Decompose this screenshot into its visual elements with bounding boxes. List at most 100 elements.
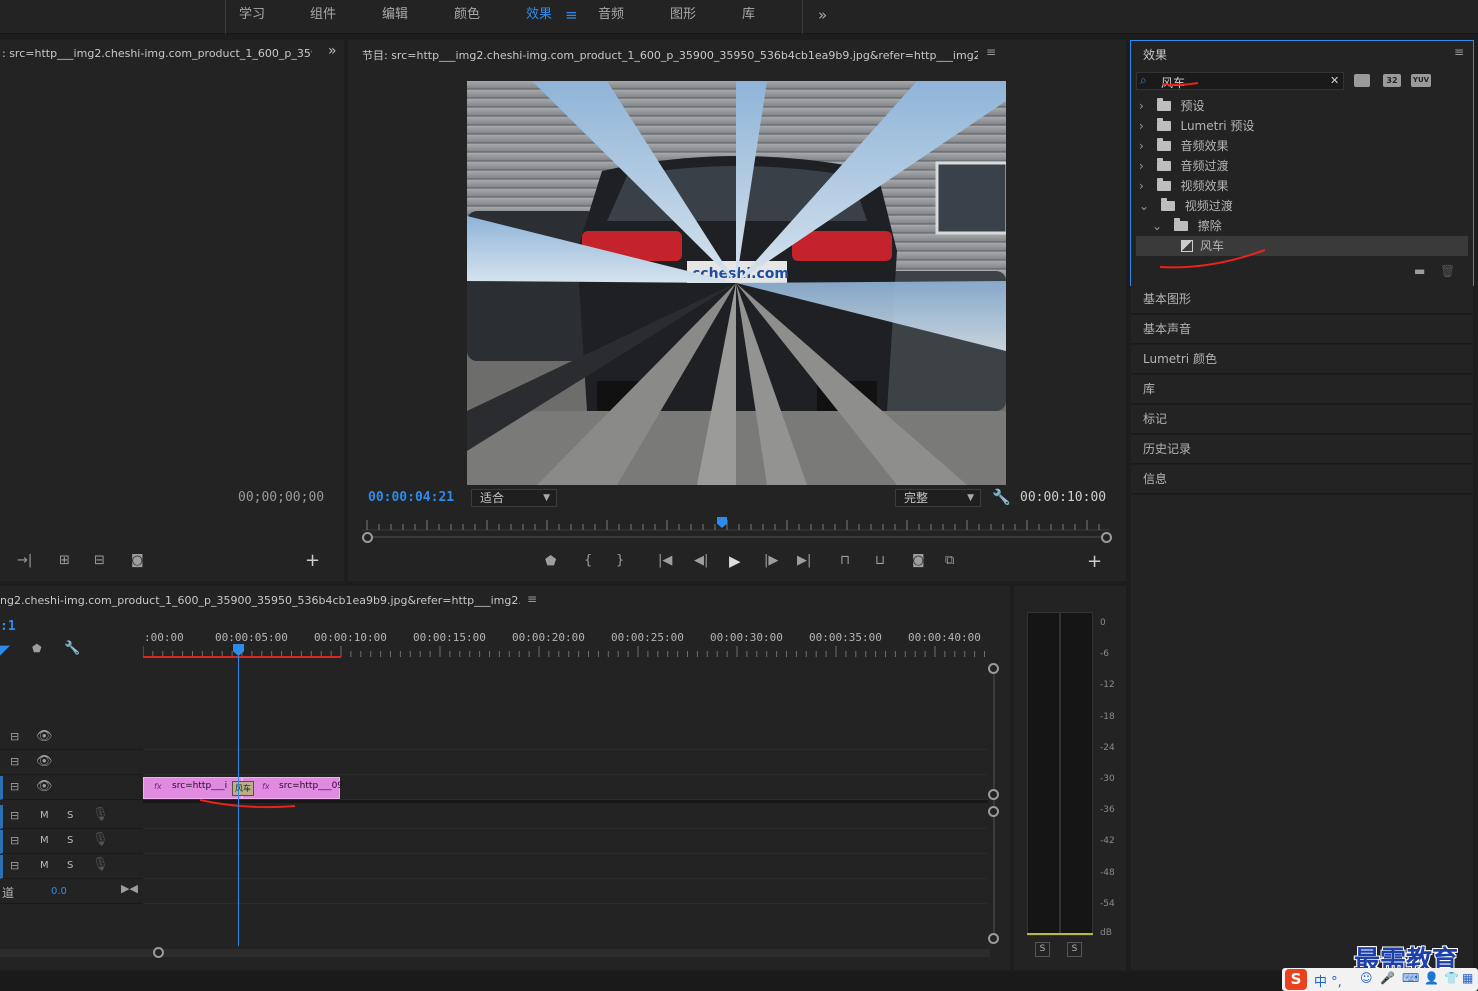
effects-panel-title[interactable]: 效果 — [1143, 46, 1167, 63]
solo-button[interactable]: S — [67, 835, 73, 846]
add-marker-icon[interactable]: ⬟ — [545, 554, 556, 569]
panel-lumetri-color[interactable]: Lumetri 颜色 — [1131, 345, 1473, 374]
playback-quality-select[interactable]: 完整 ▼ — [895, 489, 981, 507]
eye-icon[interactable]: 👁 — [36, 754, 53, 769]
track-header-v3[interactable]: ⊟ 👁 — [0, 726, 143, 750]
scroll-handle[interactable] — [988, 806, 999, 817]
toggle-sync-lock-icon[interactable]: ⊟ — [10, 809, 19, 822]
lift-icon[interactable]: ⊓ — [840, 553, 850, 568]
workspace-tab-graphics[interactable]: 图形 — [670, 0, 696, 32]
insert-icon[interactable]: →| — [17, 553, 32, 568]
workspace-tab-color[interactable]: 颜色 — [454, 0, 480, 32]
program-time-ruler[interactable] — [362, 518, 1112, 532]
effects-menu-icon[interactable]: ≡ — [1454, 45, 1464, 59]
snap-icon[interactable]: ◤ — [0, 643, 10, 658]
accelerated-effects-icon[interactable] — [1354, 74, 1370, 87]
zoom-handle-left[interactable] — [362, 532, 373, 543]
vertical-scrollbar[interactable] — [993, 668, 995, 936]
panel-essential-sound[interactable]: 基本声音 — [1131, 315, 1473, 344]
timeline-settings-icon[interactable]: 🔧 — [64, 641, 80, 656]
ime-toolbar[interactable]: S 中 °, ☺ 🎤 ⌨ 👤 👕 ▦ — [1282, 968, 1478, 991]
ime-mode-label[interactable]: 中 °, — [1314, 971, 1342, 990]
microphone-icon[interactable]: 🎙 — [92, 857, 109, 872]
ime-skin-icon[interactable]: 👕 — [1444, 971, 1459, 985]
step-back-icon[interactable]: ◀| — [694, 553, 708, 568]
lane-v2[interactable] — [143, 751, 988, 775]
eye-icon[interactable]: 👁 — [36, 729, 53, 744]
lane-master[interactable] — [143, 880, 988, 904]
panel-history[interactable]: 历史记录 — [1131, 435, 1473, 464]
solo-left-button[interactable]: S — [1035, 942, 1050, 957]
panel-info[interactable]: 信息 — [1131, 465, 1473, 494]
microphone-icon[interactable]: 🎙 — [92, 807, 109, 822]
timeline-marker-icon[interactable]: ⬟ — [32, 642, 42, 655]
toggle-sync-lock-icon[interactable]: ⊟ — [10, 834, 19, 847]
panel-essential-graphics[interactable]: 基本图形 — [1131, 285, 1473, 314]
workspace-tab-learn[interactable]: 学习 — [239, 0, 265, 32]
step-forward-icon[interactable]: |▶ — [764, 553, 778, 568]
go-to-out-icon[interactable]: ▶| — [797, 553, 811, 568]
export-frame-icon[interactable]: ◙ — [912, 553, 925, 568]
panel-markers[interactable]: 标记 — [1131, 405, 1473, 434]
program-monitor-title[interactable]: 节目: src=http___img2.cheshi-img.com_produ… — [362, 47, 978, 63]
workspace-tab-libraries[interactable]: 库 — [742, 0, 755, 32]
solo-button[interactable]: S — [67, 860, 73, 871]
toggle-sync-lock-icon[interactable]: ⊟ — [10, 755, 19, 768]
go-to-end-icon[interactable]: ▶◀ — [121, 882, 138, 895]
track-header-a2[interactable]: ⊟ M S 🎙 — [0, 830, 143, 854]
extract-icon[interactable]: ⊔ — [875, 553, 885, 568]
panel-libraries[interactable]: 库 — [1131, 375, 1473, 404]
scroll-handle[interactable] — [988, 663, 999, 674]
toggle-sync-lock-icon[interactable]: ⊟ — [10, 730, 19, 743]
clear-search-icon[interactable]: ✕ — [1330, 74, 1339, 87]
add-button-icon[interactable]: + — [305, 550, 320, 571]
solo-button[interactable]: S — [67, 810, 73, 821]
workspace-tab-audio[interactable]: 音频 — [598, 0, 624, 32]
mark-in-icon[interactable]: { — [584, 553, 592, 568]
ime-keyboard-icon[interactable]: ⌨ — [1402, 971, 1419, 985]
lane-a2[interactable] — [143, 830, 988, 854]
program-current-timecode[interactable]: 00:00:04:21 — [368, 490, 454, 505]
32bit-effects-icon[interactable]: 32 — [1383, 74, 1401, 87]
ime-menu-icon[interactable]: ▦ — [1462, 971, 1473, 985]
windmill-transition-clip[interactable]: 风车 — [232, 781, 254, 796]
overwrite-icon[interactable]: ⊞ — [59, 553, 70, 568]
toggle-sync-lock-icon[interactable]: ⊟ — [10, 859, 19, 872]
workspace-tab-editing[interactable]: 编辑 — [382, 0, 408, 32]
wrench-settings-icon[interactable]: 🔧 — [992, 488, 1011, 506]
timeline-timecode[interactable]: :1 — [0, 619, 16, 634]
lane-a3[interactable] — [143, 855, 988, 879]
horizontal-scroll-handle[interactable] — [153, 947, 164, 958]
horizontal-scrollbar[interactable] — [0, 949, 990, 957]
ime-voice-icon[interactable]: 🎤 — [1380, 971, 1395, 985]
timeline-menu-icon[interactable]: ≡ — [527, 592, 537, 606]
fit-select[interactable]: 适合 ▼ — [471, 489, 557, 507]
workspace-tab-assembly[interactable]: 组件 — [310, 0, 336, 32]
toggle-sync-lock-icon[interactable]: ⊟ — [10, 780, 19, 793]
scroll-handle[interactable] — [988, 789, 999, 800]
scroll-handle[interactable] — [988, 933, 999, 944]
source-monitor-title[interactable]: : src=http___img2.cheshi-img.com_product… — [2, 47, 312, 60]
program-menu-icon[interactable]: ≡ — [986, 45, 996, 59]
eye-icon[interactable]: 👁 — [36, 779, 53, 794]
comparison-view-icon[interactable]: ⧉ — [945, 553, 954, 568]
source-overflow-icon[interactable]: » — [328, 43, 337, 59]
solo-right-button[interactable]: S — [1067, 942, 1082, 957]
workspace-tab-effects[interactable]: 效果 — [526, 0, 552, 32]
yuv-effects-icon[interactable]: YUV — [1411, 74, 1431, 87]
mute-button[interactable]: M — [40, 835, 49, 846]
mute-button[interactable]: M — [40, 860, 49, 871]
program-zoom-bar[interactable] — [367, 536, 1107, 538]
ime-emoji-icon[interactable]: ☺ — [1360, 971, 1373, 985]
track-header-v1[interactable]: ⊟ 👁 — [0, 776, 143, 800]
track-header-master[interactable]: 道 0.0 ▶◀ — [0, 880, 143, 904]
new-folder-icon[interactable]: ▬ — [1414, 264, 1425, 278]
track-header-a1[interactable]: ⊟ M S 🎙 — [0, 805, 143, 829]
timeline-sequence-title[interactable]: ng2.cheshi-img.com_product_1_600_p_35900… — [0, 594, 520, 607]
trash-icon[interactable]: 🗑 — [1440, 264, 1455, 278]
add-button-icon[interactable]: + — [1087, 551, 1102, 572]
track-header-v2[interactable]: ⊟ 👁 — [0, 751, 143, 775]
workspace-menu-icon[interactable]: ≡ — [565, 0, 578, 32]
export-frame-icon[interactable]: ⊟ — [94, 553, 105, 568]
microphone-icon[interactable]: 🎙 — [92, 832, 109, 847]
